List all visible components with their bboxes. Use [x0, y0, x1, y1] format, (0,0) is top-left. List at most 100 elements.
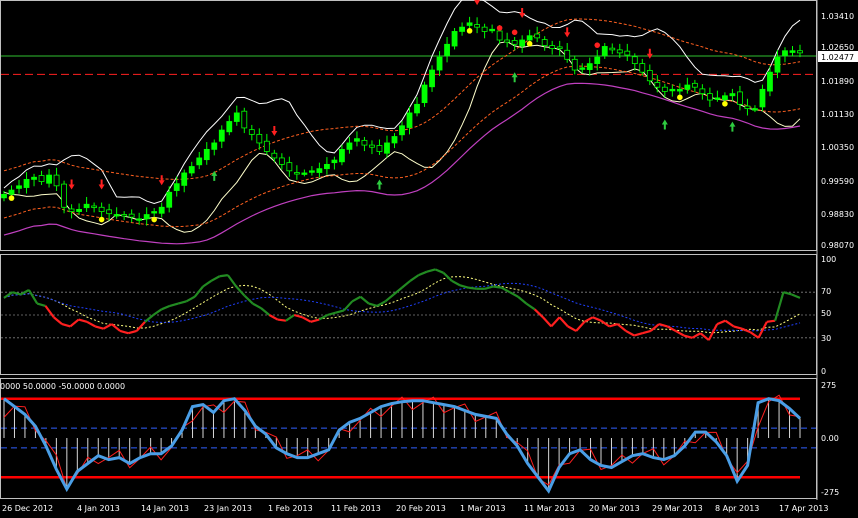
- rsi-segment: [791, 293, 801, 299]
- rsi-segment: [418, 270, 428, 277]
- rsi-segment: [625, 329, 635, 337]
- rsi-segment: [310, 318, 320, 323]
- rsi-segment: [285, 314, 295, 322]
- price-tick: 1.01890: [821, 77, 854, 86]
- rsi-segment: [493, 285, 502, 289]
- rsi-segment: [277, 318, 287, 322]
- rsi-plot-area: [1, 268, 816, 341]
- rsi-segment: [567, 325, 577, 332]
- rsi-segment: [699, 332, 710, 341]
- candle-body: [646, 70, 653, 82]
- rsi-tick: 50: [821, 309, 831, 318]
- candle-body: [609, 47, 616, 51]
- rsi-segment: [69, 318, 80, 328]
- rsi-segment: [633, 332, 643, 337]
- sell-arrow: [564, 27, 571, 38]
- candle-body: [722, 95, 728, 101]
- sell-arrow: [519, 8, 526, 19]
- trading-chart: 1.03410 1.02650 1.01890 1.01130 1.00350 …: [0, 0, 858, 513]
- price-plot-area: [1, 0, 816, 245]
- rsi-segment: [442, 272, 453, 282]
- candle-body: [639, 63, 646, 73]
- rsi-segment: [44, 305, 55, 318]
- candle-body: [767, 71, 773, 92]
- rsi-segment: [78, 318, 88, 323]
- candle-body: [421, 84, 428, 104]
- candle-body: [1, 193, 7, 199]
- candle-body: [278, 157, 285, 165]
- buy-arrow: [729, 121, 736, 132]
- rsi-segment: [616, 323, 627, 332]
- candle-body: [196, 157, 203, 166]
- candle-body: [158, 206, 165, 214]
- candle-body: [451, 31, 458, 47]
- candle-body: [519, 39, 526, 47]
- candle-body: [218, 129, 225, 142]
- candle-body: [181, 172, 188, 186]
- x-tick-label: 1 Mar 2013: [460, 504, 506, 513]
- rsi-segment: [260, 307, 271, 316]
- rsi-segment: [716, 319, 726, 326]
- signal-dot-yellow: [466, 28, 473, 34]
- rsi-segment: [252, 302, 262, 310]
- rsi-segment: [86, 320, 96, 328]
- x-tick-label: 20 Feb 2013: [396, 504, 446, 513]
- rsi-ma-line: [3, 282, 801, 332]
- x-tick-label: 29 Mar 2013: [652, 504, 703, 513]
- cci-plot-area: [1, 394, 816, 494]
- candle-body: [594, 56, 601, 65]
- x-tick-label: 14 Jan 2013: [141, 504, 189, 513]
- rsi-segment: [177, 300, 187, 305]
- rsi-segment: [384, 293, 395, 303]
- candle-body: [324, 163, 330, 170]
- cci-header: 0000 50.0000 -50.0000 0.0000: [0, 382, 125, 391]
- candle-body: [661, 86, 668, 92]
- rsi-segment: [575, 321, 586, 332]
- candle-body: [744, 105, 751, 110]
- candle-body: [286, 162, 293, 172]
- candle-body: [699, 88, 706, 95]
- candle-body: [579, 67, 586, 70]
- candle-body: [369, 144, 375, 148]
- rsi-segment: [517, 295, 528, 305]
- candle-body: [301, 172, 308, 175]
- candle-body: [564, 49, 571, 60]
- candle-body: [549, 45, 556, 49]
- rsi-segment: [152, 308, 163, 316]
- candle-body: [113, 214, 120, 217]
- rsi-segment: [393, 286, 403, 296]
- price-y-axis: 1.03410 1.02650 1.01890 1.01130 1.00350 …: [821, 12, 854, 250]
- rsi-segment: [12, 291, 21, 296]
- candle-body: [489, 28, 496, 32]
- x-tick-label: 8 Apr 2013: [715, 504, 759, 513]
- candle-body: [166, 191, 173, 208]
- candle-body: [391, 136, 398, 144]
- price-tick: 1.01130: [821, 110, 854, 119]
- candle-body: [789, 50, 796, 53]
- candle-body: [526, 35, 533, 41]
- candle-body: [263, 140, 270, 152]
- candle-body: [586, 63, 593, 71]
- candle-body: [669, 88, 676, 92]
- x-axis: 26 Dec 2012 4 Jan 2013 14 Jan 2013 23 Ja…: [2, 504, 828, 513]
- rsi-segment: [733, 325, 743, 330]
- rsi-segment: [724, 319, 735, 328]
- candle-body: [31, 176, 37, 180]
- rsi-y-axis: 100 70 50 30 0: [821, 255, 836, 376]
- rsi-segment: [583, 316, 594, 323]
- signal-dot-red: [496, 25, 503, 31]
- rsi-panel-frame: [0, 254, 817, 375]
- rsi-segment: [128, 329, 137, 335]
- candle-body: [774, 56, 781, 73]
- rsi-segment: [533, 308, 544, 319]
- candle-body: [346, 142, 353, 150]
- cci-tick: 0.00: [821, 434, 839, 443]
- rsi-segment: [368, 302, 378, 307]
- candle-body: [361, 139, 368, 146]
- cci-tick: -275: [821, 488, 839, 497]
- x-tick-label: 26 Dec 2012: [2, 504, 53, 513]
- rsi-tick: 70: [821, 287, 831, 296]
- x-tick-label: 4 Jan 2013: [77, 504, 120, 513]
- candle-body: [316, 168, 323, 173]
- candle-body: [308, 170, 315, 173]
